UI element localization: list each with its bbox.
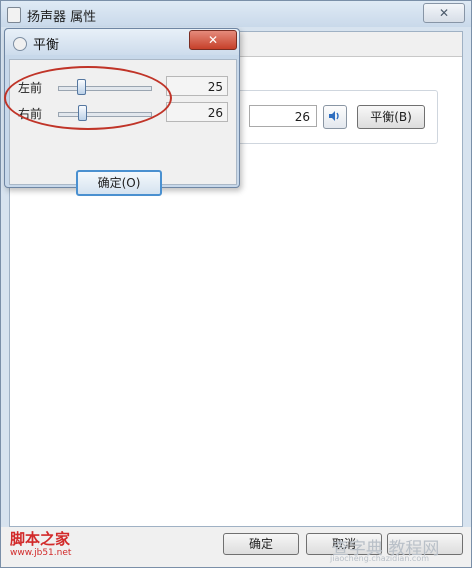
main-window-title: 扬声器 属性 <box>27 10 97 25</box>
level-value-box[interactable]: 26 <box>249 105 317 127</box>
ok-button[interactable]: 确定 <box>223 533 299 555</box>
speaker-window-icon <box>7 7 21 23</box>
balance-dialog: 平衡 ✕ 左前 25 右前 26 确定(O) <box>4 28 240 196</box>
channel-value-box[interactable]: 26 <box>166 102 228 122</box>
close-icon: ✕ <box>207 33 219 47</box>
balance-title-bar[interactable]: 平衡 ✕ <box>5 29 239 55</box>
channel-value-box[interactable]: 25 <box>166 76 228 96</box>
slider-track[interactable] <box>58 86 152 91</box>
channel-label: 左前 <box>18 81 43 95</box>
balance-dialog-icon <box>13 37 27 51</box>
balance-dialog-body: 左前 25 右前 26 确定(O) <box>9 59 237 196</box>
levels-group: 26 平衡(B) <box>230 90 438 144</box>
main-close-button[interactable]: ✕ <box>423 3 465 23</box>
slider-track[interactable] <box>58 112 152 117</box>
channel-label: 右前 <box>18 107 43 121</box>
right-front-slider-thumb[interactable] <box>77 105 87 121</box>
watermark-right-url: jiaocheng.chazidian.com <box>330 554 430 563</box>
watermark-left-url: www.jb51.net <box>10 548 72 558</box>
channel-row-right-front: 右前 26 <box>10 100 236 126</box>
channel-row-left-front: 左前 25 <box>10 74 236 100</box>
balance-dialog-title: 平衡 <box>33 38 60 53</box>
speaker-icon <box>329 111 339 121</box>
balance-ok-button[interactable]: 确定(O) <box>76 170 162 196</box>
main-title-bar[interactable]: 扬声器 属性 ✕ <box>1 1 471 27</box>
balance-close-button[interactable]: ✕ <box>189 30 237 50</box>
close-icon: ✕ <box>438 6 450 20</box>
mute-speaker-button[interactable] <box>323 105 347 129</box>
left-front-slider-thumb[interactable] <box>77 79 86 95</box>
balance-button[interactable]: 平衡(B) <box>357 105 425 129</box>
watermark-left: 脚本之家 <box>10 530 71 548</box>
